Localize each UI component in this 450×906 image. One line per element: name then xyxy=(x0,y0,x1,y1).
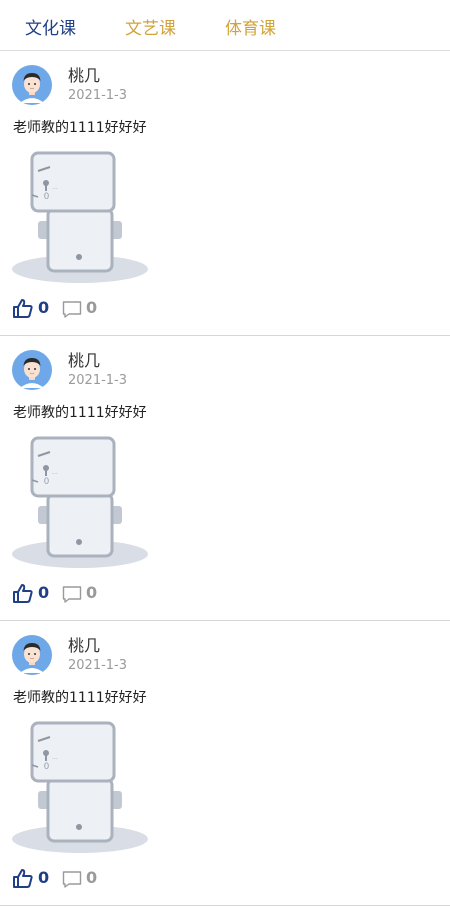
post-date: 2021-1-3 xyxy=(68,88,128,103)
image-placeholder-icon[interactable]: 0 ... xyxy=(12,149,148,285)
post-card[interactable]: 桃几 2021-1-3 老师教的1111好好好 0 ... 0 0 xyxy=(0,336,450,621)
post-actions: 0 0 xyxy=(12,867,212,889)
post-card[interactable]: 桃几 2021-1-3 老师教的1111好好好 0 ... 0 0 xyxy=(0,51,450,336)
thumbs-up-icon[interactable] xyxy=(12,867,34,889)
avatar[interactable] xyxy=(12,65,52,105)
post-date: 2021-1-3 xyxy=(68,373,128,388)
comment-icon[interactable] xyxy=(62,584,82,604)
svg-text:0: 0 xyxy=(44,476,49,486)
comment-icon[interactable] xyxy=(62,299,82,319)
image-placeholder-icon[interactable]: 0 ... xyxy=(12,719,148,855)
tab-culture[interactable]: 文化课 xyxy=(25,18,76,40)
tab-bar: 文化课 文艺课 体育课 xyxy=(0,0,450,51)
like-count: 0 xyxy=(38,583,50,602)
post-content: 老师教的1111好好好 xyxy=(13,690,147,706)
comment-count: 0 xyxy=(86,298,98,317)
post-author: 桃几 xyxy=(68,636,101,655)
post-actions: 0 0 xyxy=(12,582,212,604)
like-count: 0 xyxy=(38,298,50,317)
svg-text:0: 0 xyxy=(44,191,49,201)
svg-text:0: 0 xyxy=(44,761,49,771)
avatar[interactable] xyxy=(12,635,52,675)
post-author: 桃几 xyxy=(68,351,101,370)
svg-text:...: ... xyxy=(52,754,58,761)
comment-count: 0 xyxy=(86,868,98,887)
tab-sports[interactable]: 体育课 xyxy=(225,18,276,40)
post-author: 桃几 xyxy=(68,66,101,85)
thumbs-up-icon[interactable] xyxy=(12,582,34,604)
post-card[interactable]: 桃几 2021-1-3 老师教的1111好好好 0 ... 0 0 xyxy=(0,621,450,906)
avatar[interactable] xyxy=(12,350,52,390)
svg-text:...: ... xyxy=(52,469,58,476)
post-actions: 0 0 xyxy=(12,297,212,319)
image-placeholder-icon[interactable]: 0 ... xyxy=(12,434,148,570)
thumbs-up-icon[interactable] xyxy=(12,297,34,319)
comment-icon[interactable] xyxy=(62,869,82,889)
tab-arts[interactable]: 文艺课 xyxy=(125,18,176,40)
svg-text:...: ... xyxy=(52,184,58,191)
comment-count: 0 xyxy=(86,583,98,602)
post-content: 老师教的1111好好好 xyxy=(13,120,147,136)
post-content: 老师教的1111好好好 xyxy=(13,405,147,421)
like-count: 0 xyxy=(38,868,50,887)
post-date: 2021-1-3 xyxy=(68,658,128,673)
